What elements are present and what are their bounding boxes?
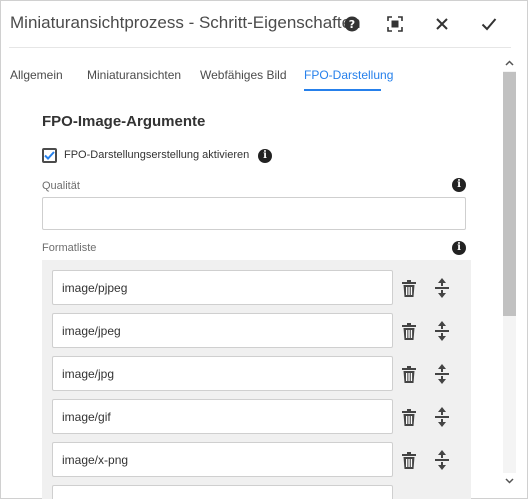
tab-allgemein[interactable]: Allgemein [10, 68, 63, 82]
format-list-item [52, 313, 467, 349]
trash-icon [402, 322, 416, 340]
active-tab-indicator [304, 89, 381, 91]
reorder-handle[interactable] [433, 320, 451, 342]
tab-list: Allgemein Miniaturansichten Webfähiges B… [1, 53, 501, 93]
help-circle-icon: ? [344, 16, 360, 32]
format-list-item [52, 356, 467, 392]
info-icon[interactable]: i [452, 178, 466, 192]
reorder-handle[interactable] [433, 449, 451, 471]
svg-text:?: ? [349, 18, 355, 31]
scroll-down-button[interactable] [501, 474, 518, 488]
format-input[interactable] [52, 270, 393, 305]
move-vertical-icon [435, 407, 449, 427]
reorder-handle[interactable] [433, 406, 451, 428]
trash-icon [402, 365, 416, 383]
format-list-label: Formatliste [42, 242, 97, 254]
checkmark-icon [481, 18, 497, 31]
format-input-partial[interactable] [52, 485, 393, 499]
quality-input[interactable] [42, 197, 466, 230]
format-list-item [52, 399, 467, 435]
format-list-item [52, 270, 467, 306]
scroll-up-button[interactable] [501, 56, 518, 70]
scrollbar-thumb[interactable] [503, 72, 516, 316]
fpo-enable-checkbox[interactable] [42, 148, 57, 163]
trash-icon [402, 408, 416, 426]
tab-webfaehiges-bild[interactable]: Webfähiges Bild [200, 68, 287, 82]
chevron-up-icon [505, 60, 514, 66]
reorder-handle[interactable] [433, 277, 451, 299]
info-icon[interactable]: i [452, 241, 466, 255]
format-input[interactable] [52, 399, 393, 434]
section-title: FPO-Image-Argumente [42, 113, 206, 130]
close-button[interactable] [429, 11, 455, 37]
fullscreen-icon [387, 16, 403, 32]
checkmark-icon [44, 151, 55, 160]
titlebar-divider [9, 47, 511, 48]
done-button[interactable] [476, 11, 502, 37]
vertical-scrollbar[interactable] [501, 56, 518, 490]
trash-icon [402, 279, 416, 297]
chevron-down-icon [505, 478, 514, 484]
format-input[interactable] [52, 356, 393, 391]
quality-label: Qualität [42, 180, 80, 192]
tab-fpo-darstellung[interactable]: FPO-Darstellung [304, 68, 393, 82]
info-icon[interactable]: i [258, 149, 272, 163]
tab-miniaturansichten[interactable]: Miniaturansichten [87, 68, 181, 82]
delete-button[interactable] [400, 364, 418, 384]
move-vertical-icon [435, 364, 449, 384]
dialog-window: Miniaturansichtprozess - Schritt-Eigensc… [0, 0, 528, 499]
trash-icon [402, 451, 416, 469]
move-vertical-icon [435, 450, 449, 470]
fullscreen-button[interactable] [382, 11, 408, 37]
tab-panel: FPO-Image-Argumente FPO-Darstellungserst… [1, 93, 501, 499]
delete-button[interactable] [400, 407, 418, 427]
close-icon [436, 18, 448, 30]
format-list-item [52, 442, 467, 478]
dialog-titlebar: Miniaturansichtprozess - Schritt-Eigensc… [1, 1, 527, 47]
reorder-handle[interactable] [433, 363, 451, 385]
format-list-item-partial [52, 485, 467, 499]
format-input[interactable] [52, 313, 393, 348]
delete-button[interactable] [400, 450, 418, 470]
format-list-multifield [42, 260, 471, 499]
delete-button[interactable] [400, 321, 418, 341]
format-input[interactable] [52, 442, 393, 477]
delete-button[interactable] [400, 278, 418, 298]
help-button[interactable]: ? [339, 11, 365, 37]
move-vertical-icon [435, 321, 449, 341]
dialog-title: Miniaturansichtprozess - Schritt-Eigensc… [10, 13, 361, 32]
move-vertical-icon [435, 278, 449, 298]
fpo-enable-label: FPO-Darstellungserstellung aktivieren [64, 149, 250, 161]
